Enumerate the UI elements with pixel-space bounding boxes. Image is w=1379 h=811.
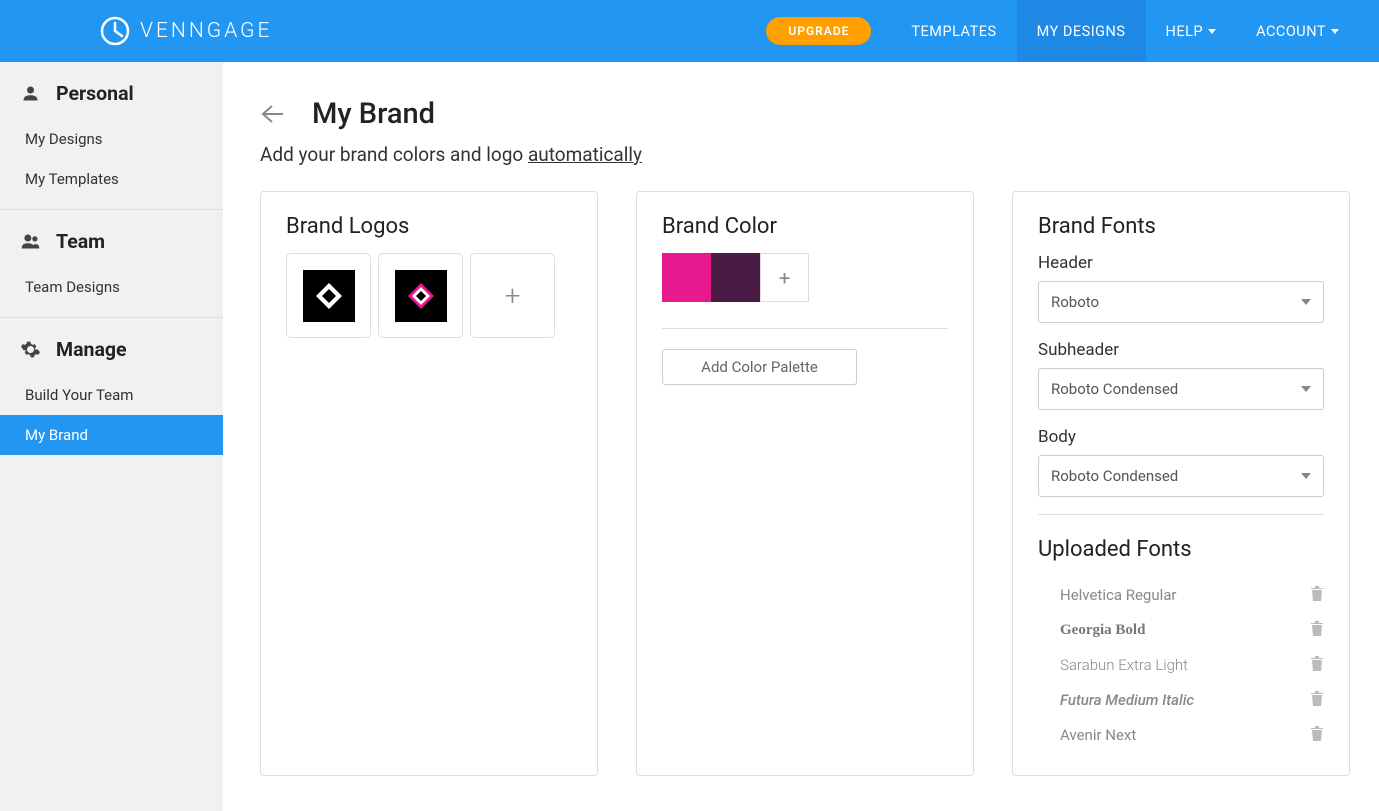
sidebar: Personal My Designs My Templates Team Te… (0, 62, 223, 811)
brand-fonts-card: Brand Fonts Header Roboto Subheader Robo… (1012, 191, 1350, 776)
font-subheader-label: Subheader (1038, 340, 1324, 360)
uploaded-font-name: Georgia Bold (1060, 622, 1145, 639)
page-title: My Brand (312, 97, 435, 131)
select-value: Roboto Condensed (1051, 380, 1178, 398)
select-value: Roboto (1051, 293, 1099, 311)
team-icon (20, 231, 41, 252)
select-value: Roboto Condensed (1051, 467, 1178, 485)
gear-icon (20, 339, 41, 360)
nav-templates[interactable]: TEMPLATES (891, 0, 1016, 62)
font-body-label: Body (1038, 427, 1324, 447)
uploaded-font-name: Avenir Next (1060, 726, 1136, 744)
logo-row: + (286, 253, 572, 338)
card-title: Brand Color (662, 214, 948, 239)
logo-tile-1[interactable] (286, 253, 371, 338)
sidebar-section-personal: Personal (0, 62, 223, 119)
uploaded-font-row: Futura Medium Italic (1038, 685, 1324, 720)
header: VENNGAGE UPGRADE TEMPLATES MY DESIGNS HE… (0, 0, 1379, 62)
logo-tile-2[interactable] (378, 253, 463, 338)
page-subtitle: Add your brand colors and logo automatic… (260, 143, 1350, 166)
brand-logo[interactable]: VENNGAGE (100, 16, 272, 46)
brand-name: VENNGAGE (140, 19, 272, 43)
page-title-row: My Brand (260, 97, 1350, 131)
brand-color-card: Brand Color + Add Color Palette (636, 191, 974, 776)
uploaded-font-row: Avenir Next (1038, 720, 1324, 755)
back-arrow-icon[interactable] (260, 104, 284, 124)
color-swatch-2[interactable] (711, 253, 760, 302)
sidebar-item-my-designs[interactable]: My Designs (0, 119, 223, 159)
chevron-down-icon (1208, 29, 1216, 34)
add-color-button[interactable]: + (760, 253, 809, 302)
nav-account[interactable]: ACCOUNT (1236, 0, 1359, 62)
uploaded-fonts-title: Uploaded Fonts (1038, 537, 1324, 562)
sidebar-item-my-brand[interactable]: My Brand (0, 415, 223, 455)
main-content: My Brand Add your brand colors and logo … (223, 62, 1379, 811)
sidebar-item-build-team[interactable]: Build Your Team (0, 375, 223, 415)
venngage-clock-icon (100, 16, 130, 46)
nav-help[interactable]: HELP (1146, 0, 1237, 62)
uploaded-font-name: Futura Medium Italic (1060, 691, 1194, 709)
uploaded-font-row: Helvetica Regular (1038, 580, 1324, 615)
card-title: Brand Logos (286, 214, 572, 239)
color-swatch-1[interactable] (662, 253, 711, 302)
upgrade-button[interactable]: UPGRADE (766, 17, 871, 45)
chevron-down-icon (1301, 386, 1311, 392)
sidebar-item-my-templates[interactable]: My Templates (0, 159, 223, 199)
trash-icon[interactable] (1310, 655, 1324, 675)
cards-row: Brand Logos + Brand Color (260, 191, 1350, 776)
font-subheader-select[interactable]: Roboto Condensed (1038, 368, 1324, 410)
uploaded-font-name: Sarabun Extra Light (1060, 656, 1188, 674)
trash-icon[interactable] (1310, 585, 1324, 605)
sidebar-section-label: Personal (56, 82, 134, 105)
sidebar-section-manage: Manage (0, 318, 223, 375)
uploaded-font-row: Georgia Bold (1038, 615, 1324, 650)
sidebar-section-team: Team (0, 210, 223, 267)
font-header-select[interactable]: Roboto (1038, 281, 1324, 323)
trash-icon[interactable] (1310, 725, 1324, 745)
uploaded-font-row: Sarabun Extra Light (1038, 650, 1324, 685)
sidebar-section-label: Manage (56, 338, 127, 361)
sidebar-item-team-designs[interactable]: Team Designs (0, 267, 223, 307)
color-swatches: + (662, 253, 948, 302)
divider (662, 328, 948, 329)
nav-my-designs[interactable]: MY DESIGNS (1017, 0, 1146, 62)
automatically-link[interactable]: automatically (528, 143, 642, 166)
card-title: Brand Fonts (1038, 214, 1324, 239)
add-palette-button[interactable]: Add Color Palette (662, 349, 857, 385)
sidebar-section-label: Team (56, 230, 105, 253)
plus-icon: + (779, 266, 790, 290)
diamond-icon (404, 279, 438, 313)
font-body-select[interactable]: Roboto Condensed (1038, 455, 1324, 497)
chevron-down-icon (1331, 29, 1339, 34)
uploaded-font-name: Helvetica Regular (1060, 586, 1177, 604)
plus-icon: + (505, 279, 521, 312)
person-icon (20, 83, 41, 104)
font-header-label: Header (1038, 253, 1324, 273)
add-logo-button[interactable]: + (470, 253, 555, 338)
diamond-icon (312, 279, 346, 313)
chevron-down-icon (1301, 473, 1311, 479)
trash-icon[interactable] (1310, 620, 1324, 640)
header-nav: UPGRADE TEMPLATES MY DESIGNS HELP ACCOUN… (766, 0, 1359, 62)
trash-icon[interactable] (1310, 690, 1324, 710)
divider (1038, 514, 1324, 515)
brand-logos-card: Brand Logos + (260, 191, 598, 776)
chevron-down-icon (1301, 299, 1311, 305)
